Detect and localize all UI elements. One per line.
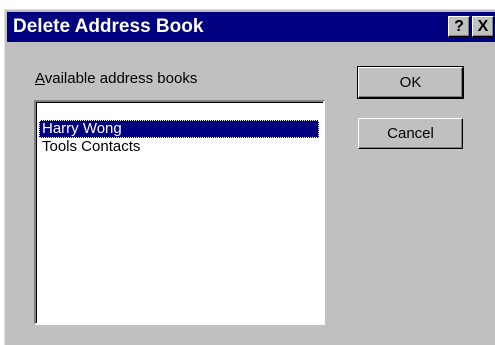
- available-address-books-label: Available address books: [35, 70, 197, 87]
- ok-button[interactable]: OK: [357, 66, 464, 99]
- delete-address-book-dialog: Delete Address Book ? X Available addres…: [4, 9, 495, 345]
- label-text: vailable address books: [44, 70, 198, 87]
- list-item-tools-contacts[interactable]: Tools Contacts: [39, 138, 140, 156]
- window-title: Delete Address Book: [13, 16, 204, 37]
- close-icon[interactable]: X: [472, 16, 494, 37]
- address-book-listbox[interactable]: Harry Wong Tools Contacts: [34, 100, 325, 325]
- cancel-button[interactable]: Cancel: [358, 118, 463, 149]
- help-icon[interactable]: ?: [448, 16, 470, 37]
- title-bar[interactable]: Delete Address Book ? X: [7, 12, 495, 42]
- label-accelerator: A: [35, 70, 45, 87]
- list-item-harry-wong[interactable]: Harry Wong: [39, 120, 319, 138]
